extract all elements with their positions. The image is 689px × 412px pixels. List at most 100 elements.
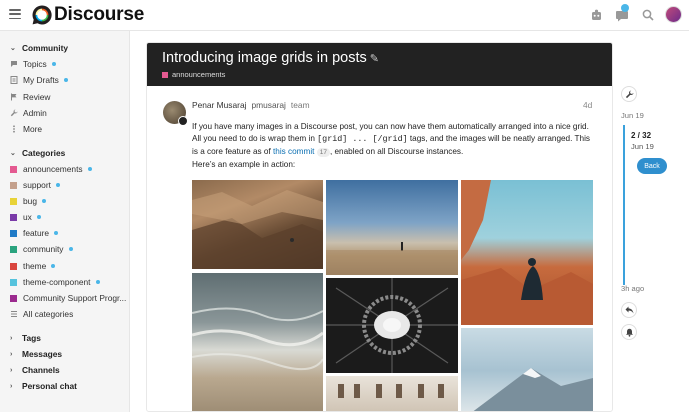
chevron-right-icon: ›: [10, 350, 13, 358]
sidebar-item-all-categories[interactable]: All categories: [9, 308, 73, 320]
category-color-swatch: [10, 165, 17, 173]
image-content: [326, 242, 458, 275]
category-color-swatch: [10, 213, 17, 221]
sidebar-section-categories[interactable]: ⌄ Categories: [10, 148, 65, 158]
image-content: [326, 278, 458, 373]
commit-link[interactable]: this commit: [273, 147, 314, 156]
unread-dot: [63, 78, 68, 82]
sidebar-section-channels[interactable]: › Channels: [10, 365, 60, 375]
image-content: [473, 368, 593, 411]
timeline-start-date[interactable]: Jun 19: [621, 111, 644, 120]
sidebar-item-theme-component[interactable]: theme-component: [9, 276, 100, 288]
site-header: Discourse: [0, 0, 689, 31]
grid-image-desert-figure[interactable]: [326, 180, 458, 275]
post-author-username[interactable]: pmusaraj: [251, 100, 285, 110]
post-date[interactable]: 4d: [583, 100, 592, 110]
grid-image-architecture-top-view[interactable]: [326, 278, 458, 373]
post-body: If you have many images in a Discourse p…: [192, 122, 590, 157]
image-content: [192, 190, 323, 269]
unread-dot: [55, 183, 60, 187]
grid-image-red-rocks-person[interactable]: [461, 180, 593, 325]
post-meta: Penar Musaraj pmusaraj team: [192, 100, 310, 110]
sidebar-item-support[interactable]: support: [9, 179, 60, 191]
chevron-right-icon: ›: [10, 334, 13, 342]
unread-dot: [51, 264, 56, 268]
unread-dot: [95, 280, 100, 284]
logo-text: Discourse: [54, 4, 145, 25]
sidebar-item-review[interactable]: Review: [9, 91, 50, 103]
example-text: Here’s an example in action:: [192, 160, 296, 169]
grid-image-beach-waves[interactable]: [192, 273, 323, 411]
topic-title[interactable]: Introducing image grids in posts ✎: [162, 50, 379, 66]
drafts-icon: [9, 76, 18, 85]
chat-unread-badge: [621, 4, 629, 12]
user-avatar[interactable]: [665, 6, 682, 23]
timeline-back-button[interactable]: Back: [637, 158, 667, 174]
topics-icon: [9, 60, 18, 69]
chevron-down-icon: ⌄: [10, 45, 16, 52]
reply-icon[interactable]: [621, 302, 637, 318]
hamburger-menu-icon[interactable]: [9, 9, 21, 19]
inline-code: [grid] ... [/grid]: [317, 134, 408, 145]
category-color-swatch: [10, 229, 17, 237]
notification-bell-icon[interactable]: [621, 324, 637, 340]
topic-category-badge[interactable]: announcements: [162, 70, 225, 79]
chevron-down-icon: ⌄: [10, 150, 16, 157]
sidebar-item-topics[interactable]: Topics: [9, 58, 56, 70]
sidebar-item-community[interactable]: community: [9, 243, 73, 255]
unread-dot: [51, 62, 56, 66]
flag-icon: [9, 93, 18, 102]
puzzle-icon[interactable]: [588, 7, 604, 23]
unread-dot: [54, 231, 59, 235]
avatar-flair-badge: [178, 116, 188, 126]
category-color-swatch: [10, 294, 17, 302]
more-icon: [9, 125, 18, 134]
chevron-right-icon: ›: [10, 382, 13, 390]
unread-dot: [68, 247, 73, 251]
link-click-count: 17: [316, 147, 330, 157]
topic-container: Introducing image grids in posts ✎ announ…: [146, 42, 613, 412]
sidebar-item-feature[interactable]: feature: [9, 227, 59, 239]
chevron-right-icon: ›: [10, 366, 13, 374]
sidebar-item-ux[interactable]: ux: [9, 211, 41, 223]
image-content: [192, 307, 323, 370]
sidebar-section-tags[interactable]: › Tags: [10, 333, 41, 343]
sidebar-item-theme[interactable]: theme: [9, 260, 56, 272]
category-color-swatch: [10, 181, 17, 189]
grid-image-snowy-mountain[interactable]: [461, 328, 593, 411]
category-color-swatch: [162, 71, 168, 78]
image-content: [338, 384, 444, 398]
sidebar-section-personal-chat[interactable]: › Personal chat: [10, 381, 77, 391]
grid-image-building-facade[interactable]: [326, 376, 458, 411]
sidebar-section-community[interactable]: ⌄ Community: [10, 43, 68, 53]
post-author-group[interactable]: team: [291, 100, 310, 110]
category-color-swatch: [10, 245, 17, 253]
search-icon[interactable]: [640, 7, 656, 23]
list-icon: [9, 310, 18, 319]
unread-dot: [36, 215, 41, 219]
grid-image-rocky-coast[interactable]: [192, 180, 323, 269]
unread-dot: [41, 199, 46, 203]
sidebar-item-bug[interactable]: bug: [9, 195, 46, 207]
wrench-icon: [9, 109, 18, 118]
post-author-name[interactable]: Penar Musaraj: [192, 100, 246, 110]
category-color-swatch: [10, 278, 17, 286]
timeline-end-label[interactable]: 3h ago: [621, 284, 644, 293]
sidebar-item-my-drafts[interactable]: My Drafts: [9, 74, 68, 86]
sidebar-item-community-support-program[interactable]: Community Support Progr...: [9, 292, 126, 304]
site-logo[interactable]: Discourse: [31, 4, 144, 26]
pencil-icon[interactable]: ✎: [370, 53, 379, 65]
sidebar-item-announcements[interactable]: announcements: [9, 163, 92, 175]
unread-dot: [87, 167, 92, 171]
topic-title-bar: Introducing image grids in posts ✎ announ…: [147, 43, 612, 86]
timeline-scroller[interactable]: [623, 125, 625, 285]
timeline-current-date: Jun 19: [631, 142, 654, 151]
sidebar: ⌄ Community Topics My Drafts Review Admi…: [0, 31, 130, 412]
sidebar-item-admin[interactable]: Admin: [9, 107, 47, 119]
sidebar-item-more[interactable]: More: [9, 123, 42, 135]
sidebar-section-messages[interactable]: › Messages: [10, 349, 62, 359]
timeline-post-count: 2 / 32: [631, 131, 652, 140]
topic-admin-wrench-icon[interactable]: [621, 86, 637, 102]
category-color-swatch: [10, 197, 17, 205]
image-content: [461, 180, 593, 325]
